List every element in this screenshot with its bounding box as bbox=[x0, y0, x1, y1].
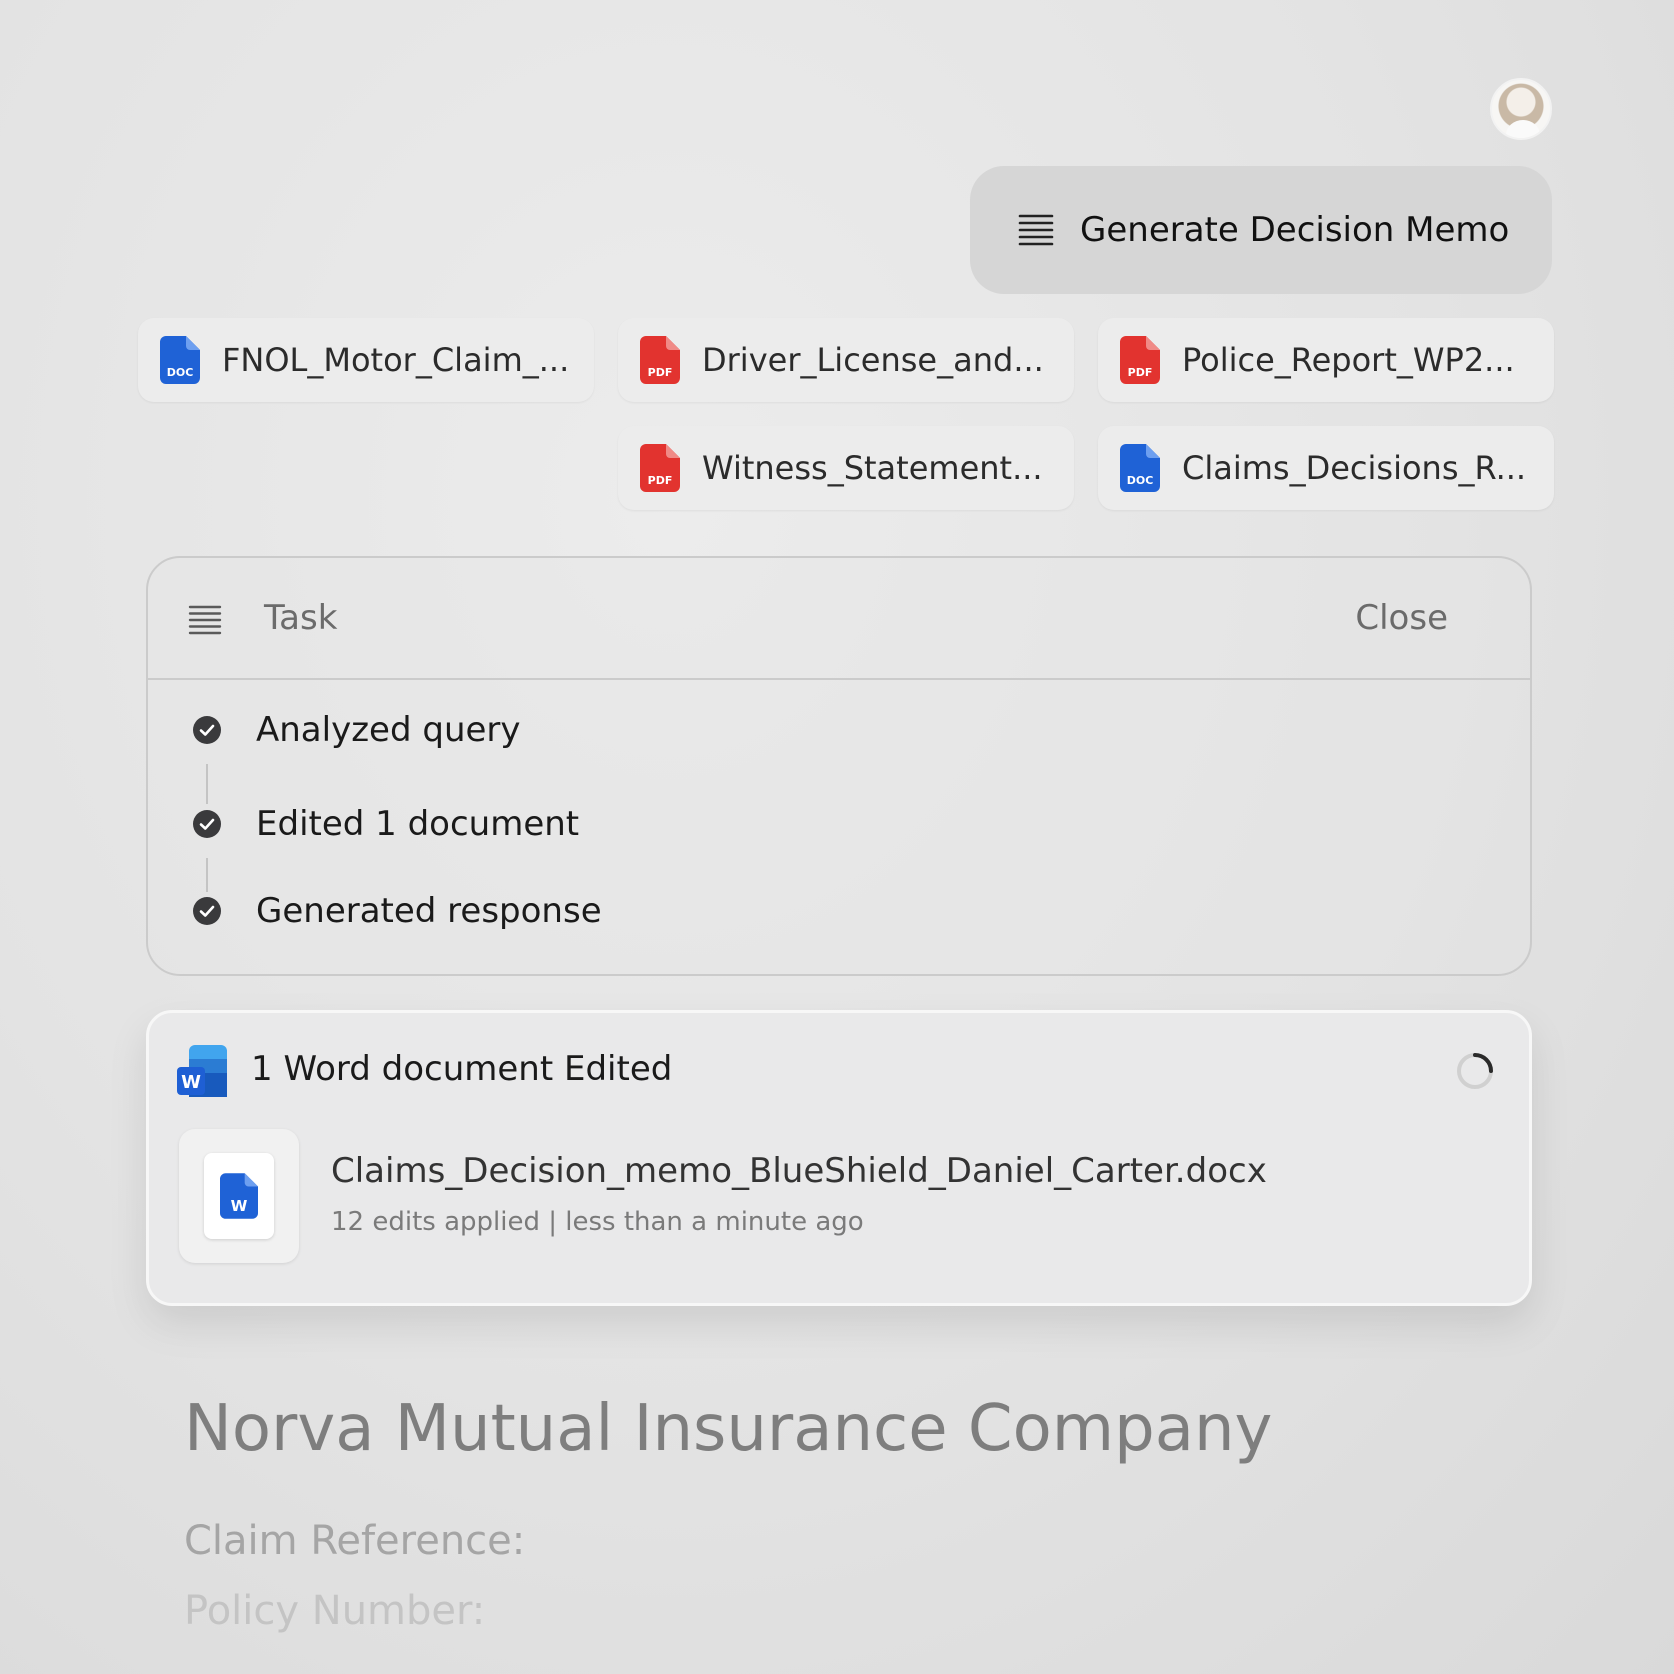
check-circle-icon bbox=[193, 810, 221, 838]
task-step: Generated response bbox=[192, 891, 602, 931]
document-file-name[interactable]: Claims_Decision_memo_BlueShield_Daniel_C… bbox=[331, 1151, 1267, 1191]
document-thumbnail[interactable]: W bbox=[179, 1129, 299, 1263]
user-avatar[interactable] bbox=[1490, 78, 1552, 140]
svg-text:W: W bbox=[231, 1197, 248, 1215]
check-circle-icon bbox=[193, 716, 221, 744]
doc-file-icon: DOC bbox=[160, 336, 200, 384]
attachment-name: Driver_License_and... bbox=[702, 341, 1044, 379]
document-company-heading: Norva Mutual Insurance Company bbox=[184, 1392, 1273, 1466]
claim-reference-label: Claim Reference: bbox=[184, 1518, 526, 1564]
step-label: Analyzed query bbox=[256, 710, 521, 750]
attachment-name: Witness_Statement... bbox=[702, 449, 1043, 487]
attachment-name: Claims_Decisions_R... bbox=[1182, 449, 1527, 487]
svg-text:W: W bbox=[181, 1072, 201, 1093]
step-connector bbox=[206, 764, 208, 804]
word-app-icon: W bbox=[177, 1045, 227, 1097]
task-step: Edited 1 document bbox=[192, 804, 579, 844]
svg-text:PDF: PDF bbox=[648, 474, 673, 487]
attachment-chip[interactable]: DOC Claims_Decisions_R... bbox=[1098, 426, 1554, 510]
attachment-chip[interactable]: PDF Police_Report_WP2... bbox=[1098, 318, 1554, 402]
pdf-file-icon: PDF bbox=[1120, 336, 1160, 384]
svg-text:PDF: PDF bbox=[1128, 366, 1153, 379]
loading-spinner-icon bbox=[1457, 1053, 1493, 1089]
task-title: Task bbox=[264, 598, 338, 638]
svg-text:PDF: PDF bbox=[648, 366, 673, 379]
svg-text:DOC: DOC bbox=[1127, 474, 1154, 487]
document-page: W bbox=[204, 1153, 274, 1239]
task-panel: Task Close Analyzed query Edited 1 docum… bbox=[146, 556, 1532, 976]
pdf-file-icon: PDF bbox=[640, 444, 680, 492]
user-prompt-bubble: Generate Decision Memo bbox=[970, 166, 1552, 294]
edited-document-card: W 1 Word document Edited W Claims_Decisi… bbox=[146, 1010, 1532, 1306]
attachment-name: FNOL_Motor_Claim_... bbox=[222, 341, 570, 379]
text-lines-icon bbox=[188, 605, 222, 635]
task-step: Analyzed query bbox=[192, 710, 521, 750]
step-label: Generated response bbox=[256, 891, 602, 931]
close-button[interactable]: Close bbox=[1355, 598, 1448, 638]
attachment-name: Police_Report_WP2... bbox=[1182, 341, 1515, 379]
edited-title: 1 Word document Edited bbox=[251, 1049, 673, 1089]
text-lines-icon bbox=[1018, 214, 1054, 246]
task-header: Task Close bbox=[148, 558, 1530, 680]
attachment-chip[interactable]: PDF Witness_Statement... bbox=[618, 426, 1074, 510]
attachment-chip[interactable]: DOC FNOL_Motor_Claim_... bbox=[138, 318, 594, 402]
policy-number-label: Policy Number: bbox=[184, 1588, 486, 1634]
svg-text:DOC: DOC bbox=[167, 366, 194, 379]
check-circle-icon bbox=[193, 897, 221, 925]
doc-file-icon: DOC bbox=[1120, 444, 1160, 492]
step-connector bbox=[206, 858, 208, 892]
pdf-file-icon: PDF bbox=[640, 336, 680, 384]
attachment-chip[interactable]: PDF Driver_License_and... bbox=[618, 318, 1074, 402]
prompt-text: Generate Decision Memo bbox=[1080, 210, 1510, 250]
document-edit-meta: 12 edits applied | less than a minute ag… bbox=[331, 1207, 864, 1237]
step-label: Edited 1 document bbox=[256, 804, 580, 844]
word-file-icon: W bbox=[220, 1173, 258, 1219]
